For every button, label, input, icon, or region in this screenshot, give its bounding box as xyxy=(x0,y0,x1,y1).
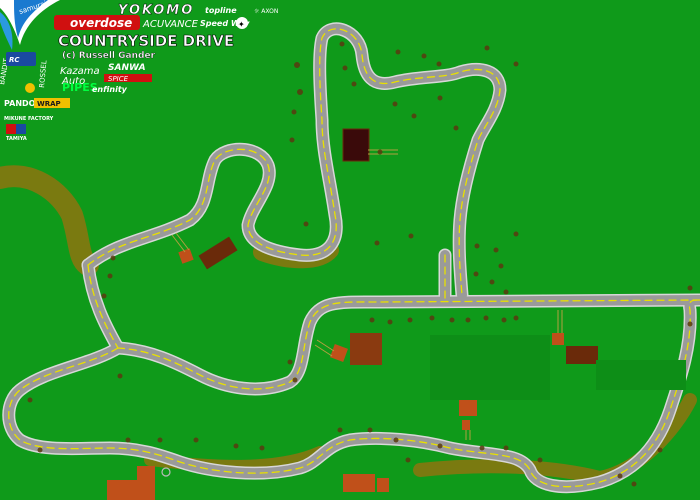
water-tank xyxy=(161,467,171,477)
building-warehouse-1b xyxy=(137,466,155,480)
building-tiny xyxy=(552,333,564,345)
building-cottage xyxy=(566,346,598,364)
track-map xyxy=(0,22,700,500)
building-warehouse-1 xyxy=(107,480,155,500)
building-porch xyxy=(330,344,348,362)
building-barn xyxy=(342,128,370,162)
building-warehouse-2 xyxy=(343,474,375,492)
building-tower-base xyxy=(462,420,470,430)
game-view: samurai BANDIT RC ROSSEL YOKOMO topline … xyxy=(0,0,700,500)
building-hut-small xyxy=(178,248,194,264)
building-shed xyxy=(198,236,238,270)
building-hall xyxy=(350,333,382,365)
building-warehouse-2b xyxy=(377,478,389,492)
trees xyxy=(27,41,693,487)
